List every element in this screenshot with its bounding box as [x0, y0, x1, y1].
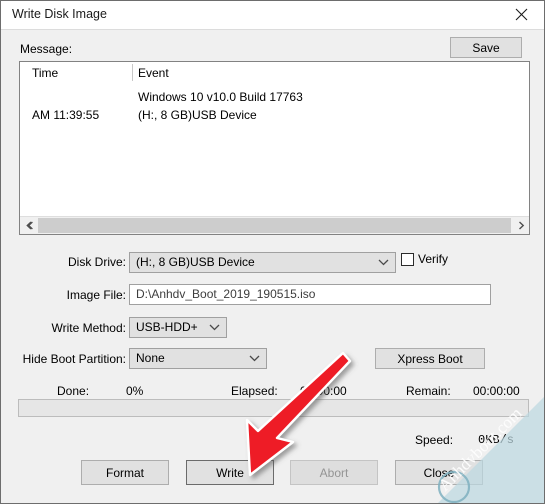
verify-label: Verify: [418, 252, 449, 266]
message-label: Message:: [20, 42, 73, 56]
scrollbar-thumb[interactable]: [38, 218, 511, 233]
row-event: (H:, 8 GB)USB Device: [138, 108, 257, 122]
row-time: AM 11:39:55: [32, 108, 100, 122]
hide-boot-partition-value: None: [136, 351, 165, 365]
write-button[interactable]: Write: [186, 460, 274, 485]
hide-boot-partition-combobox[interactable]: None: [129, 348, 267, 369]
close-button[interactable]: Close: [395, 460, 483, 485]
elapsed-label: Elapsed:: [231, 384, 278, 398]
chevron-left-icon[interactable]: [20, 217, 37, 234]
disk-drive-combobox[interactable]: (H:, 8 GB)USB Device: [129, 252, 396, 273]
abort-button: Abort: [290, 460, 378, 485]
title-bar: Write Disk Image: [1, 1, 544, 30]
disk-drive-label: Disk Drive:: [67, 255, 126, 269]
column-header-event[interactable]: Event: [138, 66, 169, 80]
hide-boot-partition-label: Hide Boot Partition:: [22, 352, 126, 366]
table-row[interactable]: Windows 10 v10.0 Build 17763: [20, 90, 529, 107]
message-listbox: Time Event Windows 10 v10.0 Build 17763 …: [19, 61, 530, 235]
write-method-value: USB-HDD+: [136, 320, 198, 334]
chevron-down-icon: [378, 253, 389, 272]
column-header-time[interactable]: Time: [32, 66, 58, 80]
window-title: Write Disk Image: [12, 7, 107, 21]
image-file-value: D:\Anhdv_Boot_2019_190515.iso: [136, 287, 316, 301]
row-event: Windows 10 v10.0 Build 17763: [138, 90, 303, 104]
done-label: Done:: [57, 384, 90, 398]
chevron-down-icon: [249, 349, 260, 368]
column-divider: [132, 64, 133, 81]
save-button[interactable]: Save: [450, 37, 522, 58]
close-icon[interactable]: [499, 1, 544, 28]
progress-bar: [18, 399, 529, 417]
list-header: Time Event: [20, 62, 529, 84]
table-row[interactable]: AM 11:39:55 (H:, 8 GB)USB Device: [20, 108, 529, 125]
elapsed-value: 00:00:00: [300, 384, 347, 398]
format-button[interactable]: Format: [81, 460, 169, 485]
checkbox-box-icon: [401, 252, 414, 266]
write-method-label: Write Method:: [51, 321, 126, 335]
horizontal-scrollbar[interactable]: [20, 216, 529, 234]
chevron-right-icon[interactable]: [512, 217, 529, 234]
done-value: 0%: [126, 384, 144, 398]
verify-checkbox[interactable]: Verify: [401, 252, 448, 266]
write-disk-image-dialog: Write Disk Image Message: Save Time Even…: [0, 0, 545, 504]
chevron-down-icon: [209, 318, 220, 337]
speed-value: 0KB/s: [478, 433, 515, 447]
speed-label: Speed:: [415, 433, 454, 447]
write-method-combobox[interactable]: USB-HDD+: [129, 317, 227, 338]
image-file-label: Image File:: [66, 288, 126, 302]
remain-label: Remain:: [406, 384, 451, 398]
xpress-boot-button[interactable]: Xpress Boot: [375, 348, 485, 369]
remain-value: 00:00:00: [473, 384, 520, 398]
disk-drive-value: (H:, 8 GB)USB Device: [136, 255, 255, 269]
image-file-input[interactable]: D:\Anhdv_Boot_2019_190515.iso: [129, 284, 491, 305]
